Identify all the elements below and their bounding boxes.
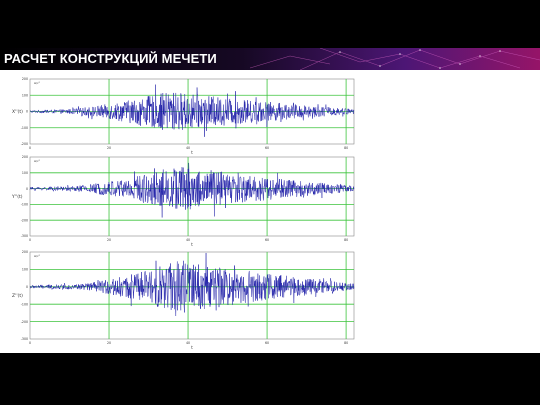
chart-2: 0 20 40 60 80 -300 -200 -100 0 100 200 Y''(t) м/с² t (11, 155, 355, 247)
y-tick-label: 100 (22, 93, 28, 97)
x-tick-label: 60 (265, 238, 269, 242)
x-tick-label: 40 (186, 146, 190, 150)
x-tick-label: 0 (29, 238, 31, 242)
y-tick-label: -300 (21, 337, 28, 341)
y-tick-label: 200 (22, 77, 28, 81)
x-axis-label: t (191, 345, 193, 350)
x-tick-label: 20 (107, 146, 111, 150)
y-tick-label: -200 (21, 320, 28, 324)
x-tick-label: 80 (344, 238, 348, 242)
unit-label: м/с² (34, 81, 40, 85)
unit-label: м/с² (34, 254, 40, 258)
x-tick-label: 20 (107, 238, 111, 242)
y-tick-label: 0 (26, 110, 28, 114)
y-tick-label: -200 (21, 142, 28, 146)
acceleration-charts: 0 20 40 60 80-200-1000100200X''(t)м/с²t0 20 40… (11, 77, 355, 350)
y-tick-label: -100 (21, 203, 28, 207)
x-tick-label: 40 (186, 238, 190, 242)
x-tick-label: 60 (265, 146, 269, 150)
y-tick-label: -100 (21, 302, 28, 306)
y-axis-label: Z''(t) (12, 293, 23, 299)
y-tick-label: 100 (22, 171, 28, 175)
x-tick-label: 80 (344, 146, 348, 150)
y-axis-label: Y''(t) (11, 194, 23, 200)
chart-3: 0 20 40 60 80 -300 -200 -100 0 100 200 Z''(t) м/с² t (12, 250, 355, 350)
x-tick-label: 0 (29, 146, 31, 150)
x-axis-label: t (191, 150, 193, 155)
y-tick-label: 200 (22, 155, 28, 159)
x-tick-label: 40 (186, 341, 190, 345)
y-tick-label: 0 (26, 187, 28, 191)
x-axis-label: t (191, 242, 193, 247)
x-tick-label: 60 (265, 341, 269, 345)
unit-label: м/с² (34, 159, 40, 163)
x-tick-label: 20 (107, 341, 111, 345)
y-axis-label: X''(t) (12, 109, 23, 115)
plot-frame (29, 156, 355, 237)
x-tick-label: 80 (344, 341, 348, 345)
slide: РАСЧЕТ КОНСТРУКЦИЙ МЕЧЕТИ 0 20 40 60 80 -200-… (0, 48, 540, 353)
chart-1: 0 20 40 60 80 -200 -100 0 100 200 X''(t) м/с² t (12, 77, 355, 155)
y-tick-label: 0 (26, 285, 28, 289)
y-tick-label: 100 (22, 268, 28, 272)
y-tick-label: -200 (21, 218, 28, 222)
y-tick-label: 200 (22, 250, 28, 254)
y-tick-label: -100 (21, 126, 28, 130)
y-tick-label: -300 (21, 234, 28, 238)
x-tick-label: 0 (29, 341, 31, 345)
